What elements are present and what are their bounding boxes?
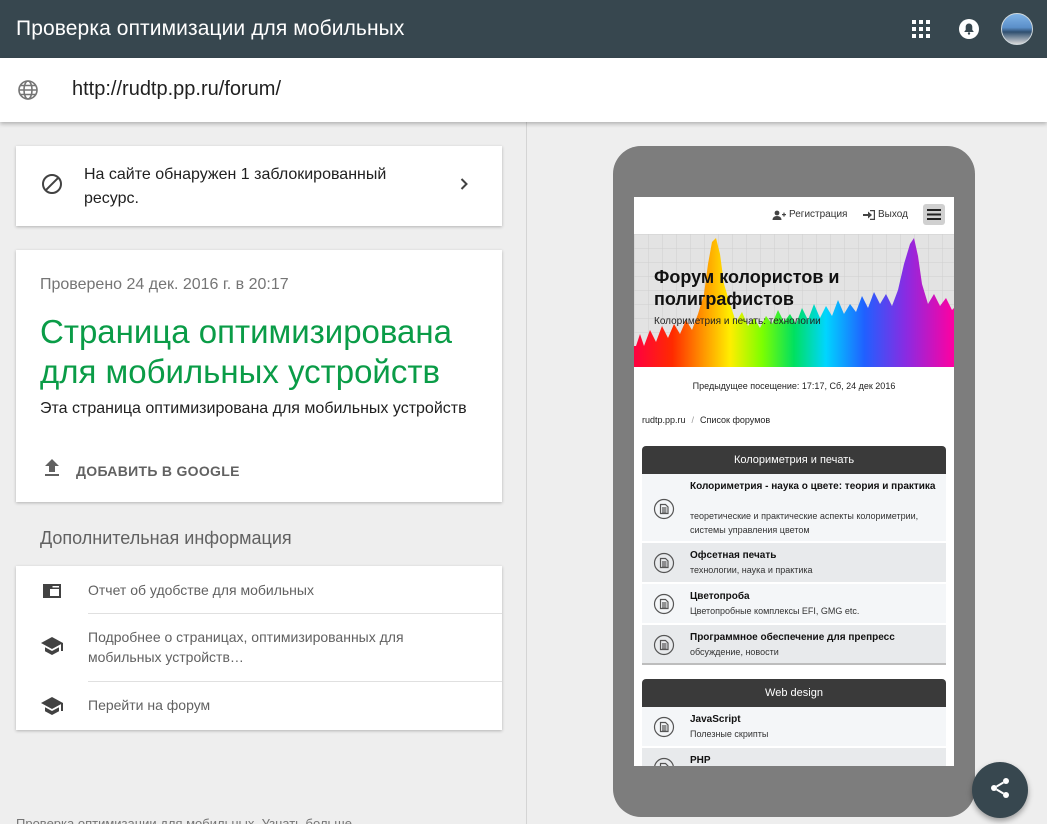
add-to-google-button[interactable]: ДОБАВИТЬ В GOOGLE xyxy=(40,456,240,485)
preview-forum-desc: обсуждение, новости xyxy=(690,647,779,657)
app-title: Проверка оптимизации для мобильных xyxy=(16,17,405,40)
preview-register-link: Регистрация xyxy=(772,209,847,220)
preview-breadcrumb: rudtp.pp.ru / Список форумов xyxy=(642,415,770,425)
notifications-icon[interactable] xyxy=(945,5,993,53)
breadcrumb-item: Список форумов xyxy=(700,415,771,425)
web-window-icon xyxy=(40,579,64,608)
forum-icon xyxy=(653,634,675,661)
preview-header: Регистрация Выход xyxy=(634,197,954,234)
panel-divider xyxy=(526,122,527,824)
footer-text: Проверка оптимизации для мобильных. Узна… xyxy=(16,816,352,824)
forum-icon xyxy=(653,716,675,743)
add-to-google-label: ДОБАВИТЬ В GOOGLE xyxy=(76,462,240,479)
blocked-resources-card[interactable]: На сайте обнаружен 1 заблокированный рес… xyxy=(16,146,502,226)
preview-forum-row: Программное обеспечение для препресс обс… xyxy=(642,625,946,665)
blocked-resources-text: На сайте обнаружен 1 заблокированный рес… xyxy=(84,166,387,207)
more-info-item[interactable]: Отчет об удобстве для мобильных xyxy=(16,566,502,613)
account-button[interactable] xyxy=(993,5,1041,53)
mobile-preview[interactable]: Регистрация Выход Форум колористов и пол… xyxy=(634,197,954,766)
globe-icon xyxy=(16,78,40,107)
preview-forum-desc: технологии, наука и практика xyxy=(690,565,813,575)
more-info-label: Подробнее о страницах, оптимизированных … xyxy=(88,629,404,665)
preview-forum-name: PHP xyxy=(690,755,711,766)
url-bar: http://rudtp.pp.ru/forum/ xyxy=(0,58,1047,122)
upload-icon xyxy=(40,456,64,485)
more-info-label: Перейти на форум xyxy=(88,697,211,713)
app-bar-actions xyxy=(897,0,1041,58)
blocked-icon xyxy=(40,172,64,201)
preview-register-label: Регистрация xyxy=(789,209,848,220)
share-button[interactable] xyxy=(972,762,1028,818)
preview-forum-subtitle: Колориметрия и печать: технологии xyxy=(654,316,821,327)
chevron-right-icon[interactable] xyxy=(452,172,476,201)
forum-icon xyxy=(653,593,675,620)
preview-forum-name: JavaScript xyxy=(690,714,741,725)
preview-forum-desc: теоретические и практические аспекты кол… xyxy=(690,511,919,535)
breadcrumb-separator: / xyxy=(691,415,695,425)
more-info-item[interactable]: Подробнее о страницах, оптимизированных … xyxy=(16,614,502,681)
more-info-item[interactable]: Перейти на форум xyxy=(16,682,502,730)
preview-forum-name: Офсетная печать xyxy=(690,550,777,561)
logout-icon xyxy=(863,209,875,220)
result-headline: Страница оптимизирована для мобильных ус… xyxy=(40,313,452,390)
url-input[interactable]: http://rudtp.pp.ru/forum/ xyxy=(72,78,281,101)
apps-grid-icon[interactable] xyxy=(897,5,945,53)
forum-icon xyxy=(653,757,675,766)
preview-forum-name: Программное обеспечение для препресс xyxy=(690,632,895,643)
preview-forum-banner: Форум колористов и полиграфистов Колорим… xyxy=(634,234,954,367)
result-card: Проверено 24 дек. 2016 г. в 20:17 Страни… xyxy=(16,250,502,502)
add-user-icon xyxy=(772,210,786,220)
preview-logout-label: Выход xyxy=(878,209,908,220)
preview-forum-name: Цветопроба xyxy=(690,591,750,602)
hamburger-menu-icon xyxy=(923,204,945,225)
preview-forum-title: Форум колористов и полиграфистов xyxy=(654,267,840,309)
forum-icon xyxy=(653,498,675,525)
share-icon xyxy=(988,776,1012,805)
more-info-card: Отчет об удобстве для мобильных Подробне… xyxy=(16,566,502,730)
preview-forum-row: Колориметрия - наука о цвете: теория и п… xyxy=(642,474,946,542)
preview-forum-name: Колориметрия - наука о цвете: теория и п… xyxy=(690,481,936,492)
app-bar: Проверка оптимизации для мобильных xyxy=(0,0,1047,58)
breadcrumb-item: rudtp.pp.ru xyxy=(642,415,686,425)
preview-forum-row: Офсетная печать технологии, наука и прак… xyxy=(642,543,946,583)
more-info-heading: Дополнительная информация xyxy=(40,528,292,548)
preview-section-header: Колориметрия и печать xyxy=(642,446,946,474)
checked-timestamp: Проверено 24 дек. 2016 г. в 20:17 xyxy=(40,276,289,293)
school-icon xyxy=(40,634,64,663)
preview-last-visit: Предыдущее посещение: 17:17, Сб, 24 дек … xyxy=(692,381,896,391)
preview-forum-desc: Полезные скрипты xyxy=(690,729,769,739)
more-info-label: Отчет об удобстве для мобильных xyxy=(88,582,314,598)
school-icon xyxy=(40,694,64,723)
preview-section-header: Web design xyxy=(642,679,946,707)
preview-forum-row: PHP xyxy=(642,748,946,766)
preview-logout-link: Выход xyxy=(863,209,908,220)
preview-forum-desc: Цветопробные комплексы EFI, GMG etc. xyxy=(690,606,860,616)
result-description: Эта страница оптимизирована для мобильны… xyxy=(40,400,467,417)
avatar xyxy=(1001,13,1033,45)
preview-forum-row: Цветопроба Цветопробные комплексы EFI, G… xyxy=(642,584,946,624)
preview-forum-row: JavaScript Полезные скрипты xyxy=(642,707,946,747)
forum-icon xyxy=(653,552,675,579)
